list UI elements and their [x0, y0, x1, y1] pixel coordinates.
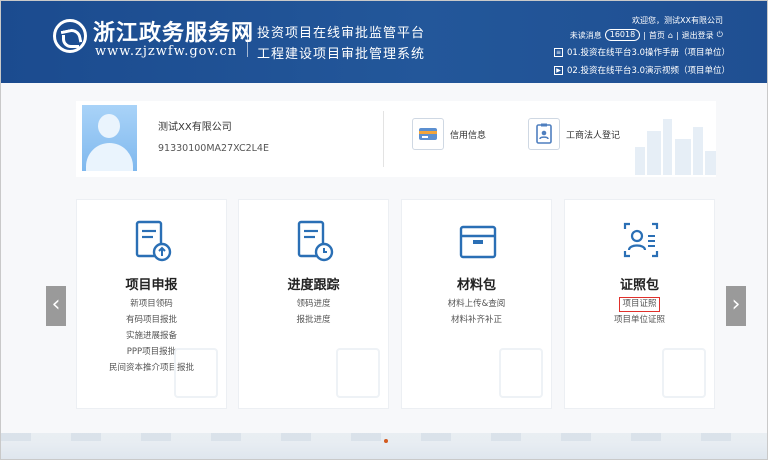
credit-info-label: 信用信息: [450, 130, 487, 141]
home-icon[interactable]: ⌂: [668, 31, 673, 40]
link-approval-progress[interactable]: 报批进度: [239, 312, 388, 328]
site-url: www.zjzwfw.gov.cn: [95, 44, 238, 59]
business-registration-button[interactable]: 工商法人登记: [528, 118, 620, 150]
logout-icon[interactable]: ⏻: [717, 30, 723, 40]
card-watermark: [499, 348, 543, 398]
card-progress-tracking[interactable]: 进度跟踪 领码进度 报批进度: [238, 199, 389, 409]
home-link[interactable]: 首页: [649, 30, 665, 41]
document-icon: ≡: [554, 47, 563, 57]
link-project-certificates[interactable]: 项目证照: [619, 297, 660, 312]
card-title: 项目申报: [125, 278, 178, 293]
document-clock-icon: [293, 219, 337, 265]
manual-link[interactable]: ≡ 01.投资在线平台3.0操作手册（项目单位）: [554, 46, 730, 58]
play-icon: ▶: [554, 65, 563, 75]
company-profile: 测试XX有限公司 91330100MA27XC2L4E 信用信息 工商法人登记: [76, 101, 716, 177]
link-material-supplement[interactable]: 材料补齐补正: [402, 312, 551, 328]
credit-card-icon: [412, 118, 444, 150]
nav-separator: |: [643, 30, 646, 40]
unread-messages-link[interactable]: 未读消息: [570, 30, 602, 41]
link-code-progress[interactable]: 领码进度: [239, 296, 388, 312]
profile-divider: [383, 111, 384, 167]
company-name: 测试XX有限公司: [158, 122, 232, 133]
box-icon: [456, 219, 500, 265]
top-nav: 未读消息 16018 | 首页 ⌂ | 退出登录 ⏻: [570, 29, 723, 41]
link-coded-project-approval[interactable]: 有码项目报批: [77, 312, 226, 328]
business-registration-label: 工商法人登记: [566, 130, 621, 141]
carousel-next-button[interactable]: ›: [726, 286, 746, 326]
nav-separator: |: [675, 30, 679, 40]
avatar: [82, 105, 137, 171]
id-card-icon: [619, 219, 663, 265]
card-certificates[interactable]: 证照包 项目证照 项目单位证照: [564, 199, 715, 409]
carousel-prev-button[interactable]: ‹: [46, 286, 66, 326]
card-watermark: [662, 348, 706, 398]
manual-link-label: 01.投资在线平台3.0操作手册（项目单位）: [567, 48, 731, 58]
logout-link[interactable]: 退出登录: [682, 30, 714, 41]
header-divider: [247, 23, 248, 57]
footer-landscape: [1, 433, 767, 459]
video-link-label: 02.投资在线平台3.0演示视频（项目单位）: [567, 66, 731, 76]
site-header: 浙江政务服务网 www.zjzwfw.gov.cn 投资项目在线审批监管平台 工…: [1, 1, 767, 83]
link-material-upload[interactable]: 材料上传&查阅: [402, 296, 551, 312]
welcome-text: 欢迎您，测试XX有限公司: [632, 16, 723, 25]
form-upload-icon: [131, 219, 175, 265]
site-logo-icon[interactable]: [53, 19, 87, 53]
service-cards: 项目申报 新项目领码 有码项目报批 实施进展报备 PPP项目报批 民间资本推介项…: [76, 199, 716, 411]
link-unit-certificates[interactable]: 项目单位证照: [565, 312, 714, 328]
credit-code: 91330100MA27XC2L4E: [158, 143, 269, 154]
card-title: 证照包: [619, 278, 659, 293]
card-watermark: [174, 348, 218, 398]
system-title-1: 投资项目在线审批监管平台: [257, 26, 426, 41]
card-title: 进度跟踪: [287, 278, 340, 293]
card-materials[interactable]: 材料包 材料上传&查阅 材料补齐补正: [401, 199, 552, 409]
card-watermark: [336, 348, 380, 398]
card-project-application[interactable]: 项目申报 新项目领码 有码项目报批 实施进展报备 PPP项目报批 民间资本推介项…: [76, 199, 227, 409]
unread-count-badge[interactable]: 16018: [604, 29, 641, 41]
document-person-icon: [528, 118, 560, 150]
credit-info-button[interactable]: 信用信息: [412, 118, 486, 150]
link-progress-report[interactable]: 实施进展报备: [77, 328, 226, 344]
app-window: 浙江政务服务网 www.zjzwfw.gov.cn 投资项目在线审批监管平台 工…: [0, 0, 768, 460]
footer-sun-decoration: [384, 439, 388, 443]
card-title: 材料包: [456, 278, 496, 293]
skyline-decoration: [631, 115, 716, 175]
link-new-project-code[interactable]: 新项目领码: [77, 296, 226, 312]
video-link[interactable]: ▶ 02.投资在线平台3.0演示视频（项目单位）: [554, 64, 730, 76]
system-title-2: 工程建设项目审批管理系统: [257, 47, 426, 62]
site-name[interactable]: 浙江政务服务网: [93, 15, 254, 47]
